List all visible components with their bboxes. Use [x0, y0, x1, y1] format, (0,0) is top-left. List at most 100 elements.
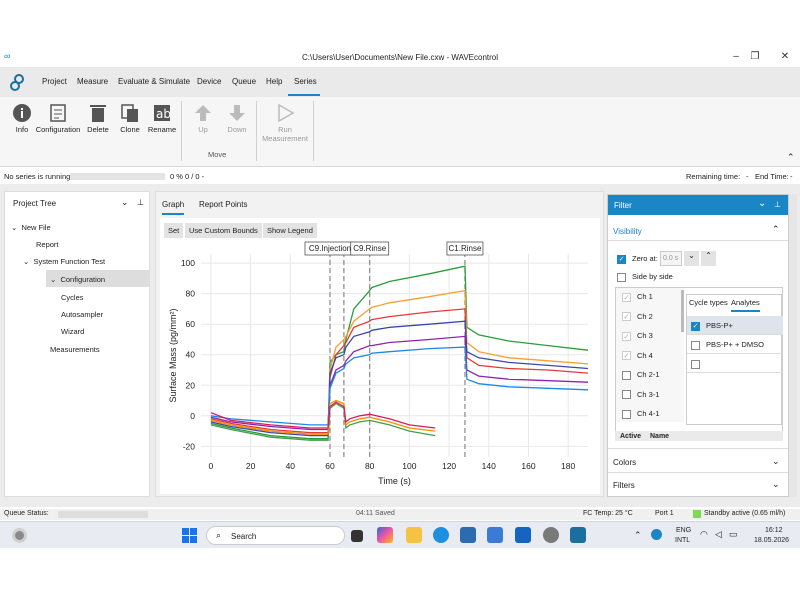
check-icon[interactable]: ✓ [691, 321, 700, 331]
minimize-button[interactable]: – [726, 51, 746, 62]
copilot-icon[interactable] [377, 527, 393, 543]
collapse-icon[interactable]: ⌄ [23, 257, 31, 266]
chevron-down-icon[interactable]: ⌄ [121, 197, 129, 208]
file-explorer-icon[interactable] [406, 527, 422, 543]
channel-item[interactable]: Ch 3-1 [622, 390, 660, 400]
tree-item-new-file[interactable]: ⌄ New File [11, 223, 51, 232]
y-axis-label: Surface Mass (pg/mm²) [168, 308, 178, 402]
chevron-down-icon[interactable]: ⌄ [758, 198, 766, 209]
check-icon[interactable]: ✓ [622, 292, 631, 302]
rename-button[interactable]: ab Rename [140, 103, 184, 134]
checkbox[interactable] [622, 409, 631, 419]
zero-at-up-button[interactable]: ⌃ [701, 251, 716, 266]
scrollbar[interactable] [681, 290, 684, 332]
collapse-icon[interactable]: ⌄ [50, 275, 58, 284]
store-icon[interactable] [460, 527, 476, 543]
filters-label: Filters [613, 481, 635, 490]
chevron-up-icon: ⌃ [772, 224, 780, 234]
sensorgram-chart[interactable]: 0 20 40 60 80 100 120 140 160 180 -20 0 20 40 60 80 100 T… [156, 192, 605, 498]
pin-icon[interactable]: ⊥ [774, 200, 781, 209]
analyte-item[interactable] [687, 354, 783, 373]
series-line [210, 265, 589, 440]
below-screen-area [0, 548, 800, 600]
zero-at-down-button[interactable]: ⌄ [684, 251, 699, 266]
task-view-icon[interactable] [351, 530, 363, 542]
checkbox[interactable] [691, 340, 700, 350]
language-intl[interactable]: INTL [675, 537, 690, 544]
app-icon[interactable] [487, 527, 503, 543]
check-icon[interactable]: ✓ [622, 351, 631, 361]
channel-item[interactable]: ✓ Ch 4 [622, 351, 653, 361]
series-progress-text: 0 % 0 / 0 - [170, 172, 205, 181]
checkbox[interactable] [691, 359, 700, 369]
settings-gear-icon[interactable] [543, 527, 559, 543]
queue-status-label: Queue Status: [4, 510, 49, 517]
maximize-button[interactable]: ❐ [745, 51, 765, 62]
tab-cycle-types[interactable]: Cycle types [689, 298, 728, 307]
collapse-icon[interactable]: ⌄ [11, 223, 19, 232]
tray-app-icon[interactable] [651, 529, 662, 540]
y-tick-label: 0 [190, 411, 195, 421]
taskbar-search-box[interactable]: ⌕ Search [206, 526, 345, 545]
close-button[interactable]: ✕ [775, 51, 795, 62]
tree-item-wizard[interactable]: Wizard [61, 327, 84, 336]
channel-item[interactable]: ✓ Ch 1 [622, 292, 653, 302]
wavecontrol-taskbar-icon[interactable] [570, 527, 586, 543]
chevron-up-icon[interactable]: ⌃ [634, 530, 642, 541]
checkbox[interactable] [622, 390, 631, 400]
filters-section-header[interactable]: Filters ⌄ [608, 472, 788, 496]
run-measurement-button[interactable]: Run Measurement [260, 103, 310, 143]
tree-item-report[interactable]: Report [36, 240, 59, 249]
window-title: C:\Users\User\Documents\New File.cxw - W… [301, 53, 499, 62]
channel-item[interactable]: ✓ Ch 3 [622, 331, 653, 341]
analyte-item[interactable]: ✓ PBS-P+ [687, 316, 783, 335]
zero-at-checkbox[interactable]: ✓ Zero at: [617, 254, 658, 264]
battery-icon[interactable]: ▭ [729, 529, 738, 540]
series-line [210, 320, 589, 437]
collapse-ribbon-icon[interactable]: ⌃ [787, 152, 795, 163]
down-button[interactable]: Down [215, 103, 259, 134]
menu-device[interactable]: Device [197, 77, 221, 86]
series-line [210, 346, 589, 426]
ribbon: Info Configuration Delete Clone ab Renam… [0, 97, 800, 167]
tab-analytes[interactable]: Analytes [731, 298, 760, 312]
pin-icon[interactable]: ⊥ [137, 198, 144, 207]
windows-start-icon[interactable] [182, 528, 197, 543]
ribbon-separator [313, 101, 314, 161]
menu-series[interactable]: Series [294, 77, 317, 86]
tree-item-measurements[interactable]: Measurements [50, 345, 100, 354]
language-eng[interactable]: ENG [676, 527, 691, 534]
configuration-button[interactable]: Configuration [35, 103, 81, 134]
tree-item-configuration[interactable]: ⌄ Configuration [46, 270, 150, 287]
menu-queue[interactable]: Queue [232, 77, 256, 86]
menu-measure[interactable]: Measure [77, 77, 108, 86]
series-progress-bar [70, 173, 165, 180]
check-icon[interactable]: ✓ [622, 312, 631, 322]
volume-icon[interactable]: ◁ [715, 529, 722, 540]
visibility-section-header[interactable]: Visibility ⌃ [608, 219, 788, 241]
tree-item-system-function-test[interactable]: ⌄ System Function Test [23, 257, 105, 266]
checkbox[interactable] [622, 370, 631, 380]
widget-icon[interactable] [12, 528, 27, 543]
edge-icon[interactable] [433, 527, 449, 543]
channel-item[interactable]: ✓ Ch 2 [622, 312, 653, 322]
check-icon[interactable]: ✓ [622, 331, 631, 341]
outlook-icon[interactable] [515, 527, 531, 543]
x-tick-label: 100 [402, 461, 416, 471]
channel-item[interactable]: Ch 2-1 [622, 370, 660, 380]
channel-item[interactable]: Ch 4-1 [622, 409, 660, 419]
y-tick-label: 60 [186, 319, 196, 329]
y-tick-label: 80 [186, 289, 196, 299]
tree-item-autosampler[interactable]: Autosampler [61, 310, 103, 319]
menu-project[interactable]: Project [42, 77, 67, 86]
side-by-side-checkbox[interactable]: Side by side [617, 272, 673, 282]
tree-item-cycles[interactable]: Cycles [61, 293, 84, 302]
analyte-item[interactable]: PBS-P+ + DMSO [687, 335, 783, 354]
fc-temp: FC Temp: 25 °C [583, 510, 633, 517]
zero-at-input[interactable]: 0.0 s [660, 251, 682, 266]
menu-evaluate-simulate[interactable]: Evaluate & Simulate [118, 77, 190, 86]
x-tick-label: 180 [561, 461, 575, 471]
wifi-icon[interactable]: ◠ [700, 529, 708, 540]
colors-section-header[interactable]: Colors ⌄ [608, 448, 788, 471]
menu-help[interactable]: Help [266, 77, 282, 86]
